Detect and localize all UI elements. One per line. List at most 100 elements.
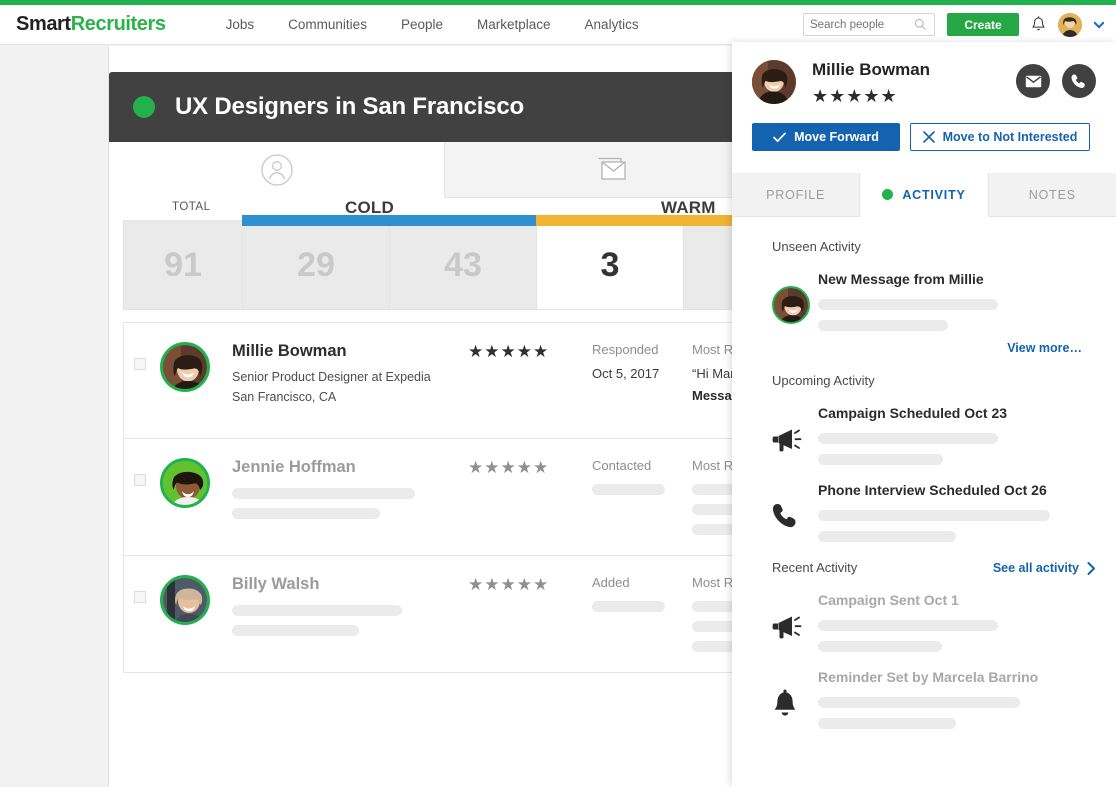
activity-icon-slot <box>772 591 818 652</box>
placeholder-bar <box>232 605 402 616</box>
activity-content: Phone Interview Scheduled Oct 26 <box>818 481 1096 542</box>
candidate-detail-panel: Millie Bowman ★★★★★ Move Forward Move to… <box>732 42 1116 787</box>
panel-tab-strip: PROFILE ACTIVITY NOTES <box>732 173 1116 217</box>
chevron-right-icon <box>1087 561 1095 575</box>
tab-notes-label: NOTES <box>1028 187 1076 202</box>
candidate-location: San Francisco, CA <box>232 390 337 404</box>
nav-item-jobs[interactable]: Jobs <box>226 17 255 32</box>
avatar-image <box>163 578 207 622</box>
search-input[interactable] <box>810 18 914 31</box>
unread-dot-icon <box>882 189 894 200</box>
panel-identity: Millie Bowman ★★★★★ <box>812 60 930 107</box>
section-title: Upcoming Activity <box>772 373 875 388</box>
section-heading-unseen: Unseen Activity <box>772 239 1096 254</box>
view-more-link[interactable]: View more… <box>772 341 1096 355</box>
section-heading-upcoming: Upcoming Activity <box>772 373 1096 388</box>
envelope-icon <box>1025 75 1041 87</box>
list-item[interactable]: Campaign Sent Oct 1 <box>772 591 1096 652</box>
call-button[interactable] <box>1062 64 1096 98</box>
row-checkbox[interactable] <box>134 591 146 603</box>
candidate-name[interactable]: Jennie Hoffman <box>232 458 462 477</box>
funnel-column-cold-2[interactable]: 43 <box>389 215 537 310</box>
nav-item-analytics[interactable]: Analytics <box>585 17 639 32</box>
list-item[interactable]: Campaign Scheduled Oct 23 <box>772 404 1096 465</box>
placeholder-bar <box>818 320 948 331</box>
megaphone-icon <box>772 429 802 451</box>
activity-icon-slot <box>772 481 818 542</box>
rating-stars[interactable]: ★★★★★ <box>468 575 568 595</box>
candidate-name[interactable]: Billy Walsh <box>232 575 462 594</box>
move-forward-button[interactable]: Move Forward <box>752 123 900 151</box>
list-item[interactable]: Phone Interview Scheduled Oct 26 <box>772 481 1096 542</box>
bell-icon[interactable] <box>1031 16 1046 33</box>
list-item[interactable]: Reminder Set by Marcela Barrino <box>772 668 1096 729</box>
smartrecruiters-logo[interactable]: SmartRecruiters <box>16 13 166 36</box>
avatar[interactable] <box>160 342 210 392</box>
placeholder-bar <box>232 625 359 636</box>
primary-nav: Jobs Communities People Marketplace Anal… <box>226 17 639 32</box>
placeholder-bar <box>592 601 665 612</box>
tab-candidates[interactable] <box>109 142 445 198</box>
candidate-info: Jennie Hoffman <box>232 458 462 519</box>
activity-title: Campaign Scheduled Oct 23 <box>818 405 1008 421</box>
funnel-value-warm-1: 3 <box>600 245 620 284</box>
tab-notes[interactable]: NOTES <box>988 173 1116 216</box>
panel-rating-stars[interactable]: ★★★★★ <box>812 86 930 107</box>
phone-icon <box>772 503 796 527</box>
search-box[interactable] <box>803 13 935 36</box>
funnel-bar-cold-2 <box>389 215 537 226</box>
placeholder-bar <box>818 454 943 465</box>
logo-text-recruiters: Recruiters <box>70 13 166 35</box>
panel-quick-actions <box>1016 60 1096 98</box>
status-label: Added <box>592 575 630 590</box>
rating-stars[interactable]: ★★★★★ <box>468 458 568 478</box>
placeholder-bar <box>818 641 942 652</box>
person-icon <box>260 153 293 186</box>
activity-content: Campaign Scheduled Oct 23 <box>818 404 1096 465</box>
app-root: SmartRecruiters Jobs Communities People … <box>0 0 1116 787</box>
logo-text-smart: Smart <box>16 13 71 35</box>
funnel-column-total[interactable]: 91 <box>123 220 243 310</box>
candidate-name[interactable]: Millie Bowman <box>232 342 462 361</box>
panel-avatar[interactable] <box>752 60 796 104</box>
status-cell: Contacted <box>592 458 680 495</box>
avatar[interactable] <box>160 575 210 625</box>
rating-stars[interactable]: ★★★★★ <box>468 342 568 362</box>
avatar-image <box>752 60 796 104</box>
move-not-interested-label: Move to Not Interested <box>942 130 1078 144</box>
funnel-column-warm-1[interactable]: 3 <box>536 215 684 310</box>
chevron-down-icon[interactable] <box>1094 21 1104 29</box>
tab-messages[interactable] <box>445 142 781 198</box>
megaphone-icon <box>772 616 802 638</box>
phone-icon <box>1071 74 1085 88</box>
section-heading-recent: Recent Activity See all activity <box>772 560 1096 575</box>
activity-feed: Unseen Activity New Message from Millie … <box>732 217 1116 729</box>
see-all-activity-link[interactable]: See all activity <box>993 561 1096 575</box>
activity-content: Reminder Set by Marcela Barrino <box>818 668 1096 729</box>
section-title: Recent Activity <box>772 560 858 575</box>
email-button[interactable] <box>1016 64 1050 98</box>
tab-activity[interactable]: ACTIVITY <box>860 173 989 217</box>
activity-content: New Message from Millie <box>818 270 1096 331</box>
row-checkbox[interactable] <box>134 358 146 370</box>
avatar[interactable] <box>160 458 210 508</box>
move-not-interested-button[interactable]: Move to Not Interested <box>910 123 1090 151</box>
nav-item-communities[interactable]: Communities <box>288 17 367 32</box>
status-dot-icon <box>133 96 155 118</box>
tab-profile[interactable]: PROFILE <box>732 173 861 216</box>
funnel-value-total: 91 <box>164 245 202 284</box>
nav-item-people[interactable]: People <box>401 17 443 32</box>
check-icon <box>773 132 786 142</box>
avatar-image <box>1058 12 1082 37</box>
user-avatar[interactable] <box>1058 12 1082 37</box>
nav-item-marketplace[interactable]: Marketplace <box>477 17 551 32</box>
list-item[interactable]: New Message from Millie <box>772 270 1096 331</box>
activity-title: Reminder Set by Marcela Barrino <box>818 669 1039 685</box>
create-button[interactable]: Create <box>947 13 1019 36</box>
activity-title: Campaign Sent Oct 1 <box>818 592 959 608</box>
placeholder-bar <box>592 484 665 495</box>
funnel-column-cold-1[interactable]: 29 <box>242 215 390 310</box>
candidate-title: Senior Product Designer at Expedia <box>232 370 431 384</box>
row-checkbox[interactable] <box>134 474 146 486</box>
